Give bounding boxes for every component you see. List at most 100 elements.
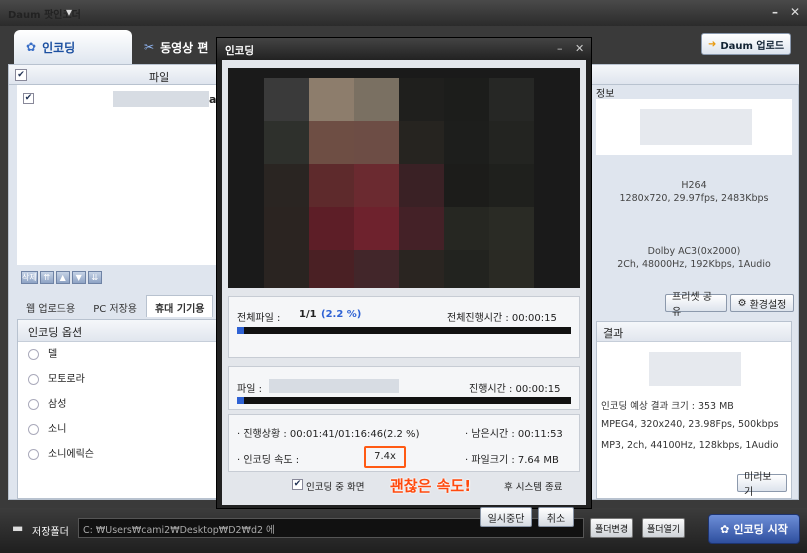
shutdown-option-left: 인코딩 중 화면 (306, 482, 365, 493)
status-box: · 진행상황 : 00:01:41/01:16:46(2.2 %) · 남은시간… (228, 414, 580, 472)
save-folder-label: 저장폴더 (32, 527, 69, 538)
option-label: 소니에릭슨 (48, 449, 94, 460)
file-progress-box: 파일 : 진행시간 : 00:00:15 (228, 366, 580, 410)
source-thumbnail-area (596, 99, 792, 155)
result-video: MPEG4, 320x240, 23.98Fps, 500kbps (601, 419, 779, 430)
radio-icon[interactable] (28, 349, 39, 360)
source-audio-codec: Dolby AC3(0x2000) (647, 246, 741, 257)
preset-share-button[interactable]: 프리셋 공유 (665, 292, 727, 318)
dialog-title: 인코딩 (217, 38, 591, 60)
pixelated-frame (264, 78, 534, 288)
file-elapsed: 진행시간 : 00:00:15 (469, 384, 561, 395)
option-dell[interactable]: 델 (18, 342, 220, 367)
video-preview (228, 68, 580, 288)
encode-icon: ✿ (26, 40, 37, 54)
shutdown-option-right: 후 시스템 종료 (504, 482, 563, 493)
total-progress-bar (237, 327, 571, 334)
source-video-detail: 1280x720, 29.97fps, 2483Kbps (619, 193, 769, 204)
close-icon[interactable]: ✕ (790, 5, 800, 19)
option-motorola[interactable]: 모토로라 (18, 367, 220, 392)
encoding-dialog: 인코딩 – ✕ 전체파일 : 1/1 (2.2 %) 전체진행시간 : 00:0… (216, 37, 592, 527)
dialog-body: 전체파일 : 1/1 (2.2 %) 전체진행시간 : 00:00:15 파일 … (222, 60, 586, 527)
option-sony[interactable]: 소니 (18, 417, 220, 442)
title-bar: Daum 팟인코더 ▾ – ✕ (0, 0, 807, 26)
result-panel: 결과 인코딩 예상 결과 크기 : 353 MB MPEG4, 320x240,… (596, 321, 792, 499)
radio-icon[interactable] (28, 399, 39, 410)
delete-button[interactable]: 삭제 (21, 271, 38, 284)
daum-upload-label: Daum 업로드 (720, 40, 785, 52)
blurred-result-thumbnail (649, 352, 741, 386)
total-files-value: 1/1 (299, 309, 317, 320)
preview-button[interactable]: 미리보기 (737, 472, 787, 498)
minimize-icon[interactable]: – (557, 42, 563, 55)
open-folder-button[interactable]: 폴더열기 (642, 518, 686, 538)
settings-button[interactable]: ⚙ 환경설정 (730, 294, 794, 312)
start-encoding-button[interactable]: ✿ 인코딩 시작 (708, 514, 800, 544)
device-tabs: 웹 업로드용 PC 저장용 휴대 기기용 (17, 295, 214, 317)
pause-button[interactable]: 일시중단 (480, 507, 532, 527)
file-label: 파일 : (237, 384, 262, 395)
encoding-options-box: 인코딩 옵션 델 모토로라 삼성 소니 소니에릭슨 (17, 319, 221, 499)
select-all-checkbox[interactable]: ✔ (15, 69, 27, 81)
speed-value: 7.4x (374, 451, 396, 462)
blurred-filename (269, 379, 399, 393)
list-control-buttons: 삭제 ⇈ ▲ ▼ ⇊ (21, 271, 102, 284)
minimize-icon[interactable]: – (772, 5, 778, 19)
bottom-bar: ▬ 저장폴더 C: ₩Users₩cami2₩Desktop₩D2₩d2 에 폴… (0, 508, 807, 553)
tab-movie-edit-label: 동영상 편 (160, 40, 209, 55)
result-header: 결과 (597, 322, 791, 342)
option-sony-ericsson[interactable]: 소니에릭슨 (18, 442, 220, 467)
movie-edit-icon: ✂ (144, 40, 155, 54)
move-up-icon[interactable]: ▲ (55, 271, 70, 284)
daum-upload-button[interactable]: ➜ Daum 업로드 (701, 33, 791, 55)
source-info-panel: 정보 H264 1280x720, 29.97fps, 2483Kbps Dol… (596, 85, 792, 285)
option-samsung[interactable]: 삼성 (18, 392, 220, 417)
speed-label: · 인코딩 속도 : (237, 455, 300, 466)
encode-icon: ✿ (720, 522, 730, 536)
chevron-down-icon[interactable]: ▾ (66, 5, 72, 19)
file-list: ✔ avi (17, 85, 227, 265)
total-files-label: 전체파일 : (237, 313, 281, 324)
tab-encoding[interactable]: ✿ 인코딩 (14, 30, 132, 64)
tab-pc-save[interactable]: PC 저장용 (84, 295, 146, 317)
blurred-thumbnail (640, 109, 752, 145)
file-size: · 파일크기 : 7.64 MB (465, 455, 559, 466)
option-label: 삼성 (48, 399, 67, 410)
file-progress-fill (237, 397, 245, 404)
total-percent: (2.2 %) (321, 309, 362, 320)
option-label: 모토로라 (48, 374, 85, 385)
list-item[interactable]: ✔ avi (17, 91, 227, 107)
status-text: · 진행상황 : 00:01:41/01:16:46(2.2 %) (237, 429, 420, 440)
tab-mobile[interactable]: 휴대 기기용 (145, 295, 214, 317)
source-info-header: 정보 (596, 89, 615, 100)
file-progress-bar (237, 397, 571, 404)
radio-icon[interactable] (28, 374, 39, 385)
folder-icon: ▬ (12, 521, 24, 535)
encoding-options-title: 인코딩 옵션 (18, 320, 220, 342)
source-video-codec: H264 (681, 180, 707, 191)
cancel-button[interactable]: 취소 (538, 507, 574, 527)
radio-icon[interactable] (28, 449, 39, 460)
total-progress-box: 전체파일 : 1/1 (2.2 %) 전체진행시간 : 00:00:15 (228, 296, 580, 358)
file-checkbox[interactable]: ✔ (23, 93, 34, 104)
tab-web-upload[interactable]: 웹 업로드용 (17, 295, 84, 317)
radio-icon[interactable] (28, 424, 39, 435)
upload-arrow-icon: ➜ (707, 38, 717, 50)
result-size: 인코딩 예상 결과 크기 : 353 MB (601, 401, 734, 412)
close-icon[interactable]: ✕ (575, 42, 584, 55)
speed-annotation: 괜찮은 속도! (390, 477, 472, 495)
move-down-icon[interactable]: ▼ (71, 271, 86, 284)
result-audio: MP3, 2ch, 44100Hz, 128kbps, 1Audio (601, 440, 779, 451)
shutdown-checkbox[interactable]: ✔ (292, 479, 303, 490)
gear-icon: ⚙ (737, 297, 747, 309)
source-audio-detail: 2Ch, 48000Hz, 192Kbps, 1Audio (617, 259, 771, 270)
change-folder-button[interactable]: 폴더변경 (590, 518, 634, 538)
remaining-time: · 남은시간 : 00:11:53 (465, 429, 563, 440)
blurred-filename (113, 91, 209, 107)
total-progress-fill (237, 327, 245, 334)
move-bottom-icon[interactable]: ⇊ (87, 271, 102, 284)
total-elapsed: 전체진행시간 : 00:00:15 (447, 313, 557, 324)
tab-encoding-label: 인코딩 (42, 40, 76, 55)
move-top-icon[interactable]: ⇈ (39, 271, 54, 284)
start-encoding-label: 인코딩 시작 (733, 523, 788, 536)
